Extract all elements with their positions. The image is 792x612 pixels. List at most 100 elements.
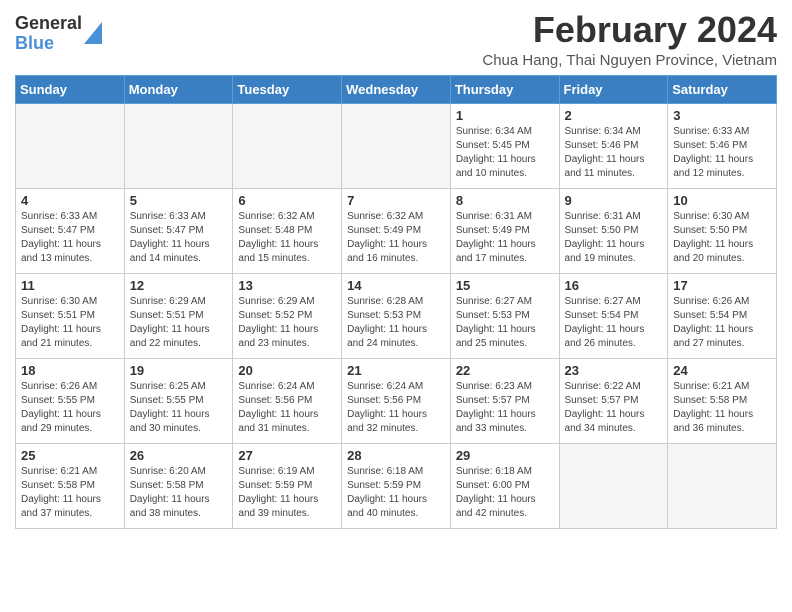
day-info: Sunrise: 6:32 AM Sunset: 5:48 PM Dayligh… (238, 210, 336, 266)
day-number: 2 (565, 108, 663, 123)
day-number: 24 (673, 363, 771, 378)
day-info: Sunrise: 6:22 AM Sunset: 5:57 PM Dayligh… (565, 380, 663, 436)
day-info: Sunrise: 6:27 AM Sunset: 5:54 PM Dayligh… (565, 295, 663, 351)
header: General Blue February 2024 Chua Hang, Th… (15, 10, 777, 69)
calendar-cell (342, 103, 451, 188)
day-number: 28 (347, 448, 445, 463)
day-number: 22 (456, 363, 554, 378)
calendar-cell: 16 Sunrise: 6:27 AM Sunset: 5:54 PM Dayli… (559, 273, 668, 358)
calendar-cell: 3Sunrise: 6:33 AM Sunset: 5:46 PM Daylig… (668, 103, 777, 188)
col-header-thursday: Thursday (450, 75, 559, 103)
calendar-cell (124, 103, 233, 188)
col-header-tuesday: Tuesday (233, 75, 342, 103)
day-info: Sunrise: 6:32 AM Sunset: 5:49 PM Dayligh… (347, 210, 445, 266)
col-header-friday: Friday (559, 75, 668, 103)
day-number: 10 (673, 193, 771, 208)
calendar-cell: 2 Sunrise: 6:34 AM Sunset: 5:46 PM Daylig… (559, 103, 668, 188)
calendar-cell: 11 Sunrise: 6:30 AM Sunset: 5:51 PM Dayli… (16, 273, 125, 358)
day-info: Sunrise: 6:27 AM Sunset: 5:53 PM Dayligh… (456, 295, 554, 351)
day-number: 29 (456, 448, 554, 463)
calendar-cell: 17Sunrise: 6:26 AM Sunset: 5:54 PM Dayli… (668, 273, 777, 358)
day-info: Sunrise: 6:31 AM Sunset: 5:50 PM Dayligh… (565, 210, 663, 266)
day-number: 21 (347, 363, 445, 378)
day-info: Sunrise: 6:34 AM Sunset: 5:46 PM Dayligh… (565, 125, 663, 181)
day-info: Sunrise: 6:29 AM Sunset: 5:52 PM Dayligh… (238, 295, 336, 351)
calendar-cell: 26Sunrise: 6:20 AM Sunset: 5:58 PM Dayli… (124, 443, 233, 528)
day-number: 7 (347, 193, 445, 208)
day-number: 4 (21, 193, 119, 208)
week-row-2: 11 Sunrise: 6:30 AM Sunset: 5:51 PM Dayli… (16, 273, 777, 358)
calendar-cell: 12 Sunrise: 6:29 AM Sunset: 5:51 PM Dayli… (124, 273, 233, 358)
calendar-cell: 21 Sunrise: 6:24 AM Sunset: 5:56 PM Dayli… (342, 358, 451, 443)
calendar-cell: 5Sunrise: 6:33 AM Sunset: 5:47 PM Daylig… (124, 188, 233, 273)
day-info: Sunrise: 6:30 AM Sunset: 5:50 PM Dayligh… (673, 210, 771, 266)
day-number: 27 (238, 448, 336, 463)
calendar-cell (233, 103, 342, 188)
calendar-cell: 25Sunrise: 6:21 AM Sunset: 5:58 PM Dayli… (16, 443, 125, 528)
day-info: Sunrise: 6:30 AM Sunset: 5:51 PM Dayligh… (21, 295, 119, 351)
day-number: 14 (347, 278, 445, 293)
calendar-cell: 27 Sunrise: 6:19 AM Sunset: 5:59 PM Dayli… (233, 443, 342, 528)
day-info: Sunrise: 6:33 AM Sunset: 5:47 PM Dayligh… (21, 210, 119, 266)
calendar-cell: 7 Sunrise: 6:32 AM Sunset: 5:49 PM Daylig… (342, 188, 451, 273)
day-number: 26 (130, 448, 228, 463)
calendar-cell: 9Sunrise: 6:31 AM Sunset: 5:50 PM Daylig… (559, 188, 668, 273)
title-area: February 2024 Chua Hang, Thai Nguyen Pro… (482, 10, 777, 69)
calendar-cell: 19 Sunrise: 6:25 AM Sunset: 5:55 PM Dayli… (124, 358, 233, 443)
day-number: 1 (456, 108, 554, 123)
calendar-cell: 14 Sunrise: 6:28 AM Sunset: 5:53 PM Dayli… (342, 273, 451, 358)
logo-blue: Blue (15, 34, 82, 54)
calendar-cell: 8 Sunrise: 6:31 AM Sunset: 5:49 PM Daylig… (450, 188, 559, 273)
day-info: Sunrise: 6:23 AM Sunset: 5:57 PM Dayligh… (456, 380, 554, 436)
calendar-cell: 20Sunrise: 6:24 AM Sunset: 5:56 PM Dayli… (233, 358, 342, 443)
day-info: Sunrise: 6:19 AM Sunset: 5:59 PM Dayligh… (238, 465, 336, 521)
day-info: Sunrise: 6:21 AM Sunset: 5:58 PM Dayligh… (673, 380, 771, 436)
logo-general: General (15, 14, 82, 34)
logo: General Blue (15, 10, 102, 54)
day-number: 15 (456, 278, 554, 293)
calendar-table: SundayMondayTuesdayWednesdayThursdayFrid… (15, 75, 777, 529)
day-number: 23 (565, 363, 663, 378)
day-info: Sunrise: 6:28 AM Sunset: 5:53 PM Dayligh… (347, 295, 445, 351)
day-number: 8 (456, 193, 554, 208)
day-number: 13 (238, 278, 336, 293)
week-row-3: 18Sunrise: 6:26 AM Sunset: 5:55 PM Dayli… (16, 358, 777, 443)
location-title: Chua Hang, Thai Nguyen Province, Vietnam (482, 52, 777, 69)
calendar-cell: 22 Sunrise: 6:23 AM Sunset: 5:57 PM Dayli… (450, 358, 559, 443)
calendar-cell: 4 Sunrise: 6:33 AM Sunset: 5:47 PM Daylig… (16, 188, 125, 273)
week-row-4: 25Sunrise: 6:21 AM Sunset: 5:58 PM Dayli… (16, 443, 777, 528)
day-info: Sunrise: 6:18 AM Sunset: 6:00 PM Dayligh… (456, 465, 554, 521)
day-info: Sunrise: 6:31 AM Sunset: 5:49 PM Dayligh… (456, 210, 554, 266)
day-number: 16 (565, 278, 663, 293)
day-info: Sunrise: 6:29 AM Sunset: 5:51 PM Dayligh… (130, 295, 228, 351)
col-header-saturday: Saturday (668, 75, 777, 103)
day-number: 11 (21, 278, 119, 293)
day-number: 17 (673, 278, 771, 293)
col-header-wednesday: Wednesday (342, 75, 451, 103)
day-info: Sunrise: 6:24 AM Sunset: 5:56 PM Dayligh… (347, 380, 445, 436)
logo-icon (84, 22, 102, 44)
day-number: 6 (238, 193, 336, 208)
calendar-cell: 28Sunrise: 6:18 AM Sunset: 5:59 PM Dayli… (342, 443, 451, 528)
day-number: 19 (130, 363, 228, 378)
day-info: Sunrise: 6:25 AM Sunset: 5:55 PM Dayligh… (130, 380, 228, 436)
calendar-cell: 15 Sunrise: 6:27 AM Sunset: 5:53 PM Dayli… (450, 273, 559, 358)
week-row-0: 1 Sunrise: 6:34 AM Sunset: 5:45 PM Daylig… (16, 103, 777, 188)
day-number: 12 (130, 278, 228, 293)
calendar-cell: 29 Sunrise: 6:18 AM Sunset: 6:00 PM Dayli… (450, 443, 559, 528)
calendar-cell: 1 Sunrise: 6:34 AM Sunset: 5:45 PM Daylig… (450, 103, 559, 188)
day-info: Sunrise: 6:34 AM Sunset: 5:45 PM Dayligh… (456, 125, 554, 181)
calendar-cell: 13 Sunrise: 6:29 AM Sunset: 5:52 PM Dayli… (233, 273, 342, 358)
calendar-cell: 23 Sunrise: 6:22 AM Sunset: 5:57 PM Dayli… (559, 358, 668, 443)
calendar-cell: 18Sunrise: 6:26 AM Sunset: 5:55 PM Dayli… (16, 358, 125, 443)
calendar-cell: 6 Sunrise: 6:32 AM Sunset: 5:48 PM Daylig… (233, 188, 342, 273)
calendar-cell: 24 Sunrise: 6:21 AM Sunset: 5:58 PM Dayli… (668, 358, 777, 443)
calendar-cell (559, 443, 668, 528)
calendar-cell (16, 103, 125, 188)
day-info: Sunrise: 6:21 AM Sunset: 5:58 PM Dayligh… (21, 465, 119, 521)
calendar-cell: 10 Sunrise: 6:30 AM Sunset: 5:50 PM Dayli… (668, 188, 777, 273)
day-number: 20 (238, 363, 336, 378)
calendar-cell (668, 443, 777, 528)
col-header-sunday: Sunday (16, 75, 125, 103)
day-number: 5 (130, 193, 228, 208)
